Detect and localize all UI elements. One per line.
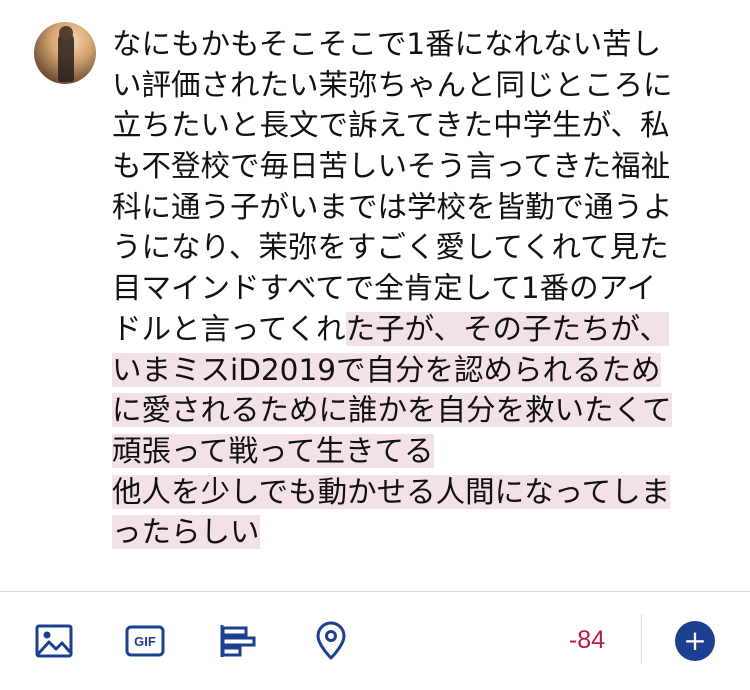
location-icon[interactable]	[311, 621, 351, 661]
over-limit-text: 頑張って戦って生きてる	[112, 433, 434, 468]
text-line-2: い評価されたい茉弥ちゃんと同じところに	[112, 67, 673, 102]
gif-icon[interactable]: GIF	[125, 621, 165, 661]
text-line-5: 科に通う子がいまでは学校を皆勤で通うよ	[112, 189, 673, 224]
image-icon[interactable]	[34, 621, 74, 661]
poll-icon[interactable]	[218, 621, 258, 661]
text-line-7: 目マインドすべてで全肯定して1番のアイ	[112, 271, 657, 306]
over-limit-text: た子が、その子たちが、	[345, 311, 669, 346]
plus-icon: +	[683, 624, 707, 657]
gif-label: GIF	[134, 634, 156, 649]
over-limit-text: に愛されるために誰かを自分を救いたくて	[112, 393, 672, 428]
text-line-11: 頑張って戦って生きてる	[112, 431, 732, 472]
text-line-8: ドルと言ってくれた子が、その子たちが、	[112, 311, 669, 346]
over-limit-text: いまミスiD2019で自分を認められるため	[112, 352, 661, 387]
toolbar-separator	[641, 614, 642, 664]
text-line-6: うになり、茉弥をすごく愛してくれて見た	[112, 230, 669, 265]
compose-toolbar: GIF -84 +	[0, 592, 750, 690]
avatar-head	[59, 26, 73, 40]
character-counter: -84	[568, 626, 606, 654]
over-limit-text: 他人を少しでも動かせる人間になってしま	[112, 474, 671, 509]
user-avatar[interactable]	[34, 22, 96, 84]
text-line-10: に愛されるために誰かを自分を救いたくて	[112, 390, 732, 431]
tweet-compose-text[interactable]: なにもかもそこそこで1番になれない苦し い評価されたい茉弥ちゃんと同じところに …	[112, 24, 732, 553]
text-line-13: ったらしい	[112, 512, 732, 553]
text-line-1: なにもかもそこそこで1番になれない苦し	[112, 27, 662, 61]
text-line-9: いまミスiD2019で自分を認められるため	[112, 350, 732, 391]
text-line-3: 立ちたいと長文で訴えてきた中学生が、私	[112, 108, 670, 143]
text-line-12: 他人を少しでも動かせる人間になってしま	[112, 472, 732, 513]
over-limit-text: ったらしい	[112, 515, 260, 550]
text-line-4: も不登校で毎日苦しいそう言ってきた福祉	[112, 149, 671, 184]
add-tweet-button[interactable]: +	[675, 621, 715, 661]
